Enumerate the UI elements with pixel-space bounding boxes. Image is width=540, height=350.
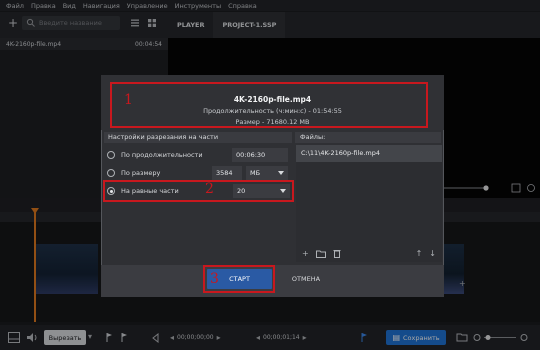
size-unit-value: МБ xyxy=(250,169,261,177)
delete-icon[interactable] xyxy=(333,249,341,258)
size-input[interactable]: 3584 xyxy=(212,166,242,180)
file-list-item[interactable]: C:\11\4K-2160p-file.mp4 xyxy=(296,145,442,162)
parts-count-value: 20 xyxy=(237,187,246,195)
open-folder-icon[interactable] xyxy=(315,250,326,258)
radio-by-size[interactable] xyxy=(107,169,115,177)
dialog-size: Размер - 71680.12 MB xyxy=(235,118,310,126)
dialog-file-title: 4K-2160p-file.mp4 xyxy=(233,95,312,104)
duration-value: 00:06:30 xyxy=(236,151,266,159)
files-toolbar: + ↑ ↓ xyxy=(296,245,442,262)
dialog-duration: Продолжительность (ч:мин:с) - 01:54:55 xyxy=(203,107,342,115)
chevron-down-icon xyxy=(280,189,286,193)
radio-equal-parts[interactable] xyxy=(107,187,115,195)
option-by-duration-label: По продолжительности xyxy=(121,151,203,159)
files-header: Файлы: xyxy=(295,132,441,143)
add-file-icon[interactable]: + xyxy=(302,249,309,258)
option-by-size-label: По размеру xyxy=(121,169,161,177)
cancel-button[interactable]: ОТМЕНА xyxy=(280,269,332,289)
split-settings-header: Настройки разрезания на части xyxy=(104,132,292,143)
move-up-icon[interactable]: ↑ xyxy=(416,249,423,258)
radio-by-duration[interactable] xyxy=(107,151,115,159)
chevron-down-icon xyxy=(278,171,284,175)
option-by-duration[interactable]: По продолжительности xyxy=(104,148,203,162)
duration-input[interactable]: 00:06:30 xyxy=(232,148,288,162)
annotation-number-2: 2 xyxy=(205,181,214,197)
option-equal-parts-label: На равные части xyxy=(121,187,179,195)
move-down-icon[interactable]: ↓ xyxy=(429,249,436,258)
size-value: 3584 xyxy=(216,169,233,177)
annotation-number-3: 3 xyxy=(210,271,219,287)
option-by-size[interactable]: По размеру xyxy=(104,166,160,180)
size-unit-select[interactable]: МБ xyxy=(246,166,288,180)
option-equal-parts[interactable]: На равные части xyxy=(104,184,179,198)
parts-count-select[interactable]: 20 xyxy=(233,184,290,198)
